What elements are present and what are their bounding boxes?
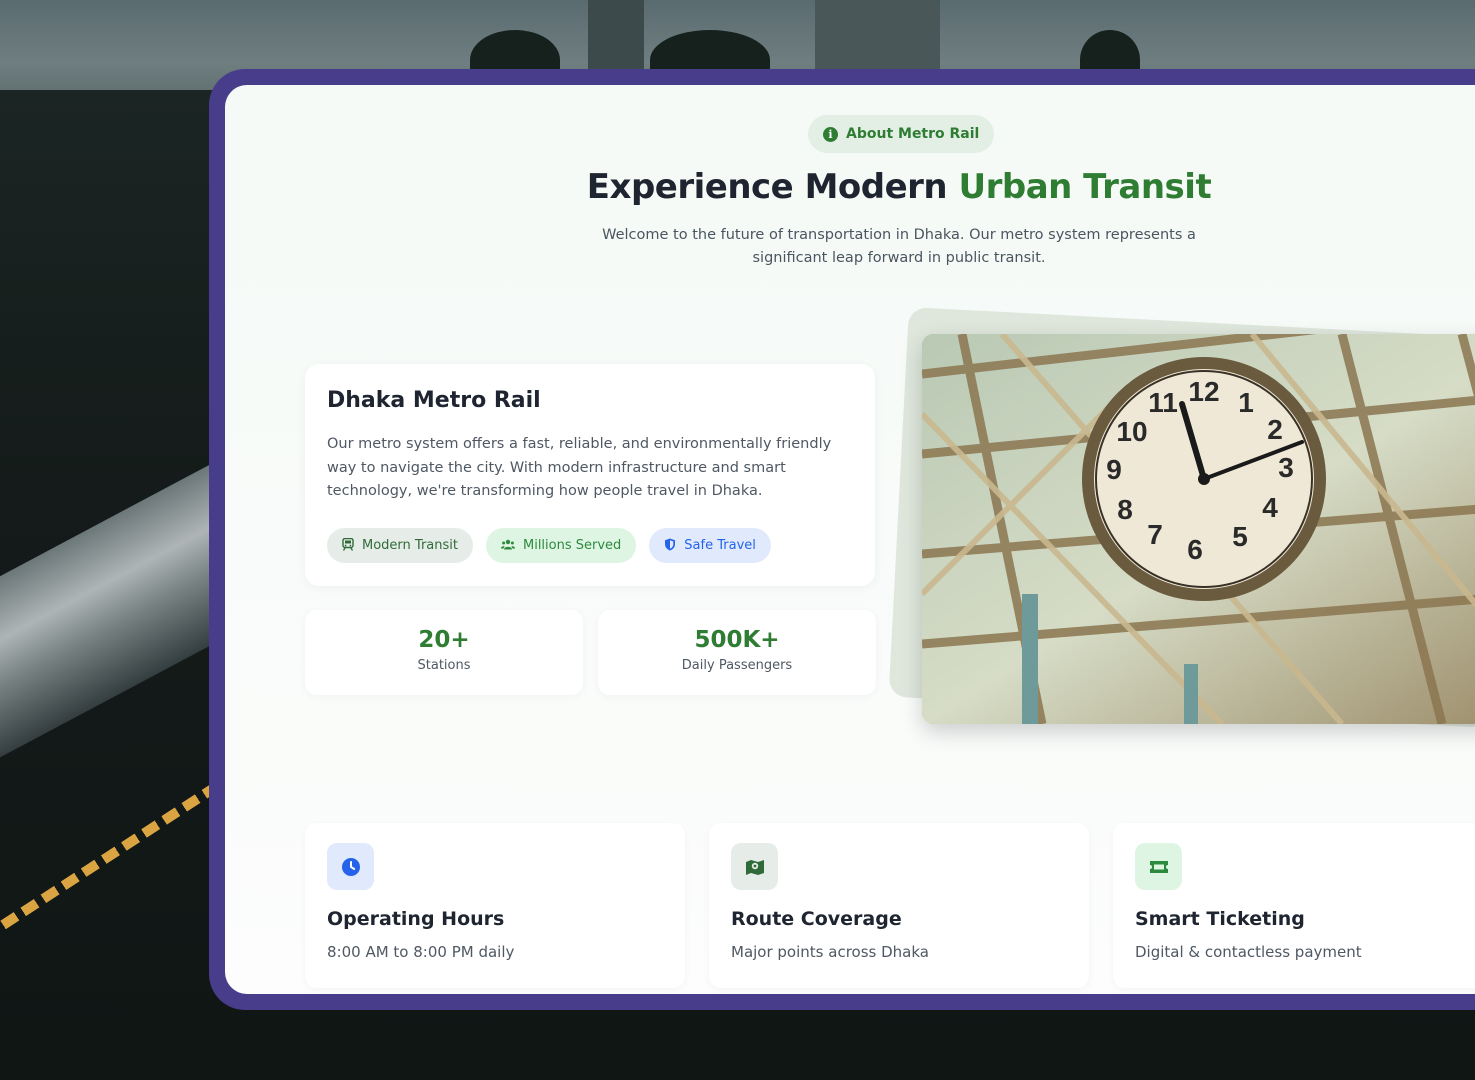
feature-title: Smart Ticketing <box>1135 908 1305 930</box>
feature-operating-hours: Operating Hours 8:00 AM to 8:00 PM daily <box>305 823 685 988</box>
svg-text:11: 11 <box>1148 387 1178 418</box>
info-card-description: Our metro system offers a fast, reliable… <box>327 436 832 499</box>
svg-text:2: 2 <box>1267 414 1283 445</box>
chip-label: Modern Transit <box>362 538 458 553</box>
about-section: i About Metro Rail Experience Modern Urb… <box>225 85 1475 994</box>
svg-text:4: 4 <box>1262 492 1278 523</box>
feature-description: Major points across Dhaka <box>731 943 929 961</box>
chip-label: Millions Served <box>522 538 622 553</box>
page-subtitle: Welcome to the future of transportation … <box>602 227 1196 266</box>
users-icon <box>500 539 515 553</box>
clock-icon <box>327 843 374 890</box>
chip-safe-travel: Safe Travel <box>649 528 771 563</box>
svg-text:12: 12 <box>1188 376 1219 407</box>
feature-title: Route Coverage <box>731 908 902 930</box>
page-title: Experience Modern Urban Transit <box>225 167 1475 207</box>
map-icon <box>731 843 778 890</box>
svg-text:5: 5 <box>1232 521 1248 552</box>
stat-stations: 20+ Stations <box>305 610 583 695</box>
stat-value: 500K+ <box>694 627 780 653</box>
svg-text:10: 10 <box>1116 416 1147 447</box>
section-badge: i About Metro Rail <box>808 115 995 153</box>
title-accent: Urban Transit <box>958 167 1212 207</box>
info-card: Dhaka Metro Rail Our metro system offers… <box>305 364 875 586</box>
chip-label: Safe Travel <box>684 538 756 553</box>
title-main: Experience Modern <box>586 167 959 207</box>
stat-value: 20+ <box>418 627 470 653</box>
badge-label: About Metro Rail <box>846 126 980 142</box>
svg-text:1: 1 <box>1238 387 1254 418</box>
shield-icon <box>664 538 676 554</box>
station-clock-image: 12 1 2 3 4 5 6 7 8 9 10 11 <box>922 334 1475 724</box>
feature-route-coverage: Route Coverage Major points across Dhaka <box>709 823 1089 988</box>
svg-text:6: 6 <box>1187 534 1203 565</box>
stat-label: Stations <box>417 658 471 673</box>
chip-millions-served: Millions Served <box>485 528 637 563</box>
station-clock-illustration: 12 1 2 3 4 5 6 7 8 9 10 11 <box>922 334 1475 724</box>
svg-text:8: 8 <box>1117 494 1133 525</box>
feature-chips: Modern Transit Millions Served Safe Trav… <box>327 528 771 563</box>
svg-text:9: 9 <box>1106 454 1122 485</box>
train-icon <box>342 537 354 554</box>
feature-description: Digital & contactless payment <box>1135 943 1362 961</box>
background-tower <box>815 0 940 80</box>
info-icon: i <box>823 126 838 142</box>
chip-modern-transit: Modern Transit <box>327 528 473 563</box>
svg-text:3: 3 <box>1278 452 1294 483</box>
feature-smart-ticketing: Smart Ticketing Digital & contactless pa… <box>1113 823 1475 988</box>
feature-description: 8:00 AM to 8:00 PM daily <box>327 943 515 961</box>
feature-title: Operating Hours <box>327 908 505 930</box>
stat-label: Daily Passengers <box>681 658 793 673</box>
background-tower <box>588 0 644 80</box>
svg-text:7: 7 <box>1147 519 1163 550</box>
ticket-icon <box>1135 843 1182 890</box>
stat-daily-passengers: 500K+ Daily Passengers <box>598 610 876 695</box>
info-card-title: Dhaka Metro Rail <box>327 388 541 413</box>
